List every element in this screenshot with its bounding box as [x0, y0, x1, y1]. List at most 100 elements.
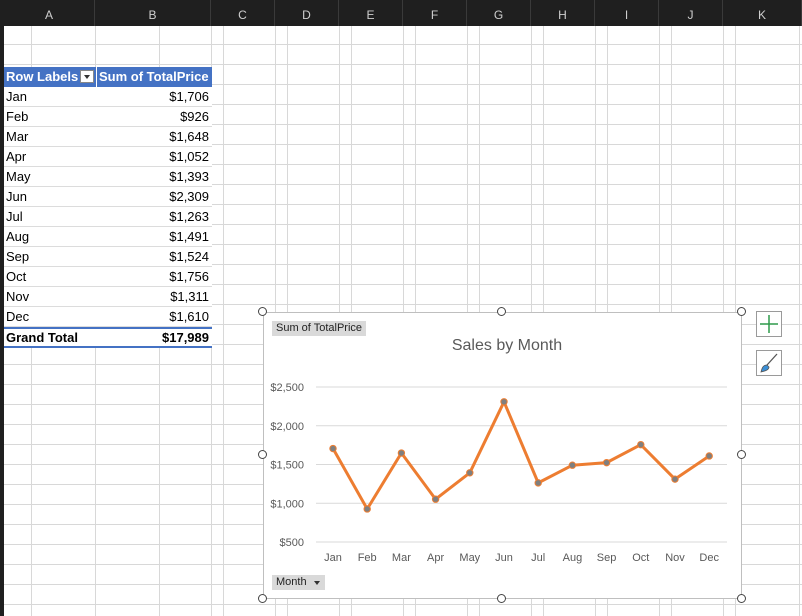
sum-header: Sum of TotalPrice [99, 69, 209, 84]
pivot-row[interactable]: Nov $1,311 [4, 287, 212, 307]
month-label: Aug [6, 229, 30, 244]
pivot-row[interactable]: Oct $1,756 [4, 267, 212, 287]
column-header-i[interactable]: I [595, 0, 659, 26]
grand-total-label: Grand Total [6, 330, 78, 345]
chart-plot-svg: Sales by Month $500 $1,000 $1,500 $2,000 $2,… [270, 337, 727, 564]
plus-icon [760, 315, 778, 333]
month-total-value: $1,756 [169, 269, 209, 284]
month-total-value: $1,263 [169, 209, 209, 224]
x-tick-label: Jan [324, 552, 342, 564]
month-total-value: $1,491 [169, 229, 209, 244]
chart-elements-button[interactable] [756, 311, 782, 337]
resize-handle-bottom[interactable] [497, 594, 506, 603]
data-point-marker[interactable] [568, 461, 577, 469]
data-point-marker[interactable] [534, 479, 542, 487]
x-tick-label: Mar [392, 552, 411, 564]
data-point-marker[interactable] [363, 505, 371, 513]
pivot-row[interactable]: Feb $926 [4, 107, 212, 127]
x-tick-label: Dec [699, 552, 719, 564]
grand-total-row[interactable]: Grand Total $17,989 [4, 327, 212, 348]
data-point-marker[interactable] [431, 495, 440, 503]
month-label: Mar [6, 129, 29, 144]
pivot-row[interactable]: Dec $1,610 [4, 307, 212, 327]
month-total-value: $926 [180, 109, 209, 124]
month-total-value: $1,648 [169, 129, 209, 144]
month-label: Dec [6, 309, 30, 324]
x-tick-label: Oct [632, 552, 649, 564]
filter-dropdown-icon[interactable] [80, 70, 94, 83]
resize-handle-bottom-left[interactable] [258, 594, 267, 603]
header-separator [96, 67, 97, 87]
pivot-row[interactable]: Sep $1,524 [4, 247, 212, 267]
resize-handle-right[interactable] [737, 450, 746, 459]
x-tick-label: May [459, 552, 480, 564]
resize-handle-top[interactable] [497, 307, 506, 316]
y-tick-label: $500 [280, 537, 304, 549]
column-header-h[interactable]: H [531, 0, 595, 26]
column-header-c[interactable]: C [211, 0, 275, 26]
data-point-marker[interactable] [637, 440, 645, 449]
x-tick-label: Nov [665, 552, 685, 564]
axis-field-button[interactable]: Month [272, 575, 325, 590]
grand-total-value: $17,989 [162, 330, 209, 345]
column-header-f[interactable]: F [403, 0, 467, 26]
pivot-row[interactable]: Aug $1,491 [4, 227, 212, 247]
x-tick-label: Jul [531, 552, 545, 564]
pivot-header-row: Row Labels Sum of TotalPrice [4, 67, 212, 87]
y-tick-label: $2,000 [270, 421, 304, 433]
x-tick-label: Apr [427, 552, 444, 564]
chart-title: Sales by Month [452, 337, 562, 354]
data-point-marker[interactable] [500, 398, 508, 406]
y-tick-label: $1,500 [270, 460, 304, 472]
column-header-k[interactable]: K [723, 0, 802, 26]
data-point-marker[interactable] [671, 475, 679, 483]
month-total-value: $2,309 [169, 189, 209, 204]
month-label: May [6, 169, 31, 184]
column-header-g[interactable]: G [467, 0, 531, 26]
x-tick-label: Feb [358, 552, 377, 564]
series-line[interactable] [331, 400, 711, 511]
pivot-table[interactable]: Row Labels Sum of TotalPrice Jan $1,706 Fe… [4, 67, 212, 348]
x-tick-label: Jun [495, 552, 513, 564]
month-label: Jan [6, 89, 27, 104]
month-label: Apr [6, 149, 27, 164]
chart-styles-button[interactable] [756, 350, 782, 376]
pivot-row[interactable]: May $1,393 [4, 167, 212, 187]
month-label: Jul [6, 209, 23, 224]
month-total-value: $1,311 [170, 289, 209, 304]
column-header-b[interactable]: B [95, 0, 211, 26]
month-total-value: $1,052 [169, 149, 209, 164]
pivot-chart[interactable]: Sum of TotalPrice Sales by Month $500 $1,… [263, 312, 742, 599]
y-tick-label: $1,000 [270, 498, 304, 510]
y-tick-label: $2,500 [270, 382, 304, 394]
month-label: Jun [6, 189, 27, 204]
pivot-row[interactable]: Jan $1,706 [4, 87, 212, 107]
data-point-marker[interactable] [705, 452, 713, 460]
resize-handle-bottom-right[interactable] [737, 594, 746, 603]
column-header-j[interactable]: J [659, 0, 723, 26]
data-point-marker[interactable] [397, 449, 406, 457]
resize-handle-top-right[interactable] [737, 307, 746, 316]
column-header-a[interactable]: A [4, 0, 95, 26]
month-label: Feb [6, 109, 29, 124]
pivot-row[interactable]: Jun $2,309 [4, 187, 212, 207]
axis-field-label: Month [276, 576, 307, 588]
column-header-e[interactable]: E [339, 0, 403, 26]
data-point-marker[interactable] [466, 469, 474, 477]
column-header-bar: ABCDEFGHIJK [0, 0, 802, 26]
x-tick-label: Sep [597, 552, 617, 564]
pivot-row[interactable]: Jul $1,263 [4, 207, 212, 227]
month-total-value: $1,706 [169, 89, 209, 104]
month-total-value: $1,524 [169, 249, 209, 264]
pivot-row[interactable]: Mar $1,648 [4, 127, 212, 147]
x-tick-label: Aug [563, 552, 583, 564]
data-point-marker[interactable] [602, 458, 611, 467]
month-label: Sep [6, 249, 30, 264]
resize-handle-top-left[interactable] [258, 307, 267, 316]
row-labels-header: Row Labels [6, 69, 79, 84]
data-point-marker[interactable] [329, 444, 337, 453]
chevron-down-icon [313, 581, 320, 585]
resize-handle-left[interactable] [258, 450, 267, 459]
column-header-d[interactable]: D [275, 0, 339, 26]
pivot-row[interactable]: Apr $1,052 [4, 147, 212, 167]
